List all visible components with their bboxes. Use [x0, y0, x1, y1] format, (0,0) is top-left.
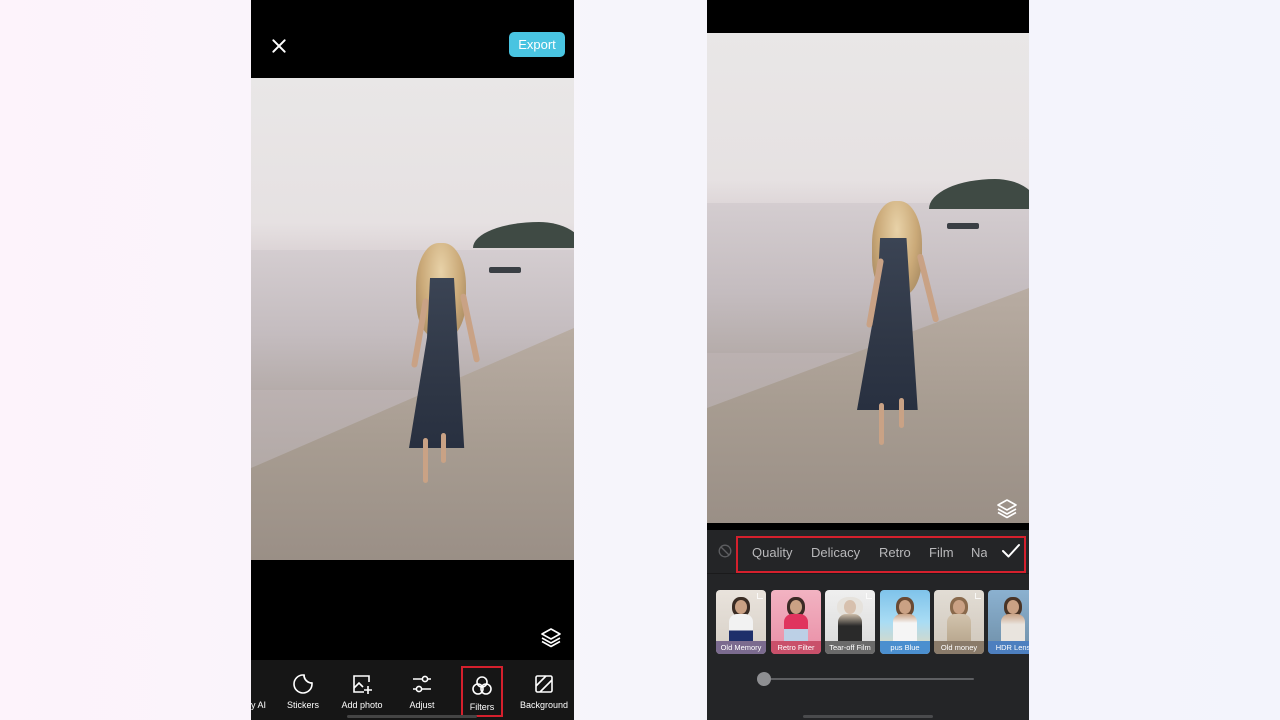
intensity-slider-knob[interactable]: [757, 672, 771, 686]
tool-stickers[interactable]: Stickers: [279, 660, 327, 720]
bottom-toolbar: y AI Stickers Add photo Adjust Filters B…: [251, 660, 574, 720]
background-icon: [535, 675, 553, 693]
filter-thumb-pus-blue[interactable]: pus Blue: [880, 590, 930, 654]
layers-icon[interactable]: [540, 626, 562, 648]
left-phone-screen: Export y AI Stickers Add photo Adjust Fi…: [251, 0, 574, 720]
filter-panel: Quality Delicacy Retro Film Na Old Memor…: [707, 530, 1029, 720]
close-icon[interactable]: [269, 36, 289, 56]
no-filter-icon[interactable]: [718, 544, 732, 558]
add-photo-icon: [353, 675, 372, 694]
right-phone-screen: Quality Delicacy Retro Film Na Old Memor…: [707, 0, 1029, 720]
filter-thumb-old-money[interactable]: Old money: [934, 590, 984, 654]
download-icon: [757, 593, 763, 599]
filter-thumb-tear-off-film[interactable]: Tear-off Film: [825, 590, 875, 654]
download-icon: [866, 593, 872, 599]
panel-divider: [707, 573, 1029, 574]
tab-quality[interactable]: Quality: [752, 545, 792, 560]
home-indicator: [803, 715, 933, 718]
filter-label: HDR Lens: [988, 641, 1029, 654]
editor-top-bar: Export: [251, 0, 574, 78]
sticker-icon: [293, 674, 313, 694]
tool-add-photo[interactable]: Add photo: [337, 660, 387, 720]
home-indicator: [347, 715, 477, 718]
tool-filters-label: Filters: [469, 702, 495, 712]
tool-background-label: Background: [519, 700, 569, 710]
filter-thumb-retro-filter[interactable]: Retro Filter: [771, 590, 821, 654]
filter-label: Retro Filter: [771, 641, 821, 654]
filter-label: Old money: [934, 641, 984, 654]
tool-stickers-label: Stickers: [286, 700, 319, 710]
tool-filters[interactable]: Filters: [461, 666, 503, 717]
checkmark-icon[interactable]: [1001, 543, 1021, 559]
filter-label: pus Blue: [880, 641, 930, 654]
tool-add-photo-label: Add photo: [341, 700, 383, 710]
export-button[interactable]: Export: [509, 32, 565, 57]
filter-label: Tear-off Film: [825, 641, 875, 654]
tool-ai-label: y AI: [251, 700, 267, 710]
tool-adjust[interactable]: Adjust: [399, 660, 445, 720]
filter-thumb-old-memory[interactable]: Old Memory: [716, 590, 766, 654]
filter-thumb-hdr-lens[interactable]: HDR Lens: [988, 590, 1029, 654]
photo-canvas[interactable]: [707, 33, 1029, 523]
layers-icon[interactable]: [996, 497, 1018, 519]
photo-canvas[interactable]: [251, 78, 574, 560]
tool-adjust-label: Adjust: [409, 700, 435, 710]
tool-ai[interactable]: y AI: [251, 660, 273, 720]
sliders-icon: [413, 675, 431, 693]
tab-film[interactable]: Film: [929, 545, 954, 560]
tab-retro[interactable]: Retro: [879, 545, 911, 560]
intensity-slider[interactable]: [764, 678, 974, 680]
tab-delicacy[interactable]: Delicacy: [811, 545, 860, 560]
filter-thumbnail-strip: Old Memory Retro Filter Tear-off Film pu…: [716, 590, 1029, 654]
filters-icon: [472, 676, 492, 695]
tab-nature[interactable]: Na: [971, 545, 987, 560]
download-icon: [975, 593, 981, 599]
tool-background[interactable]: Background: [517, 660, 571, 720]
filter-label: Old Memory: [716, 641, 766, 654]
